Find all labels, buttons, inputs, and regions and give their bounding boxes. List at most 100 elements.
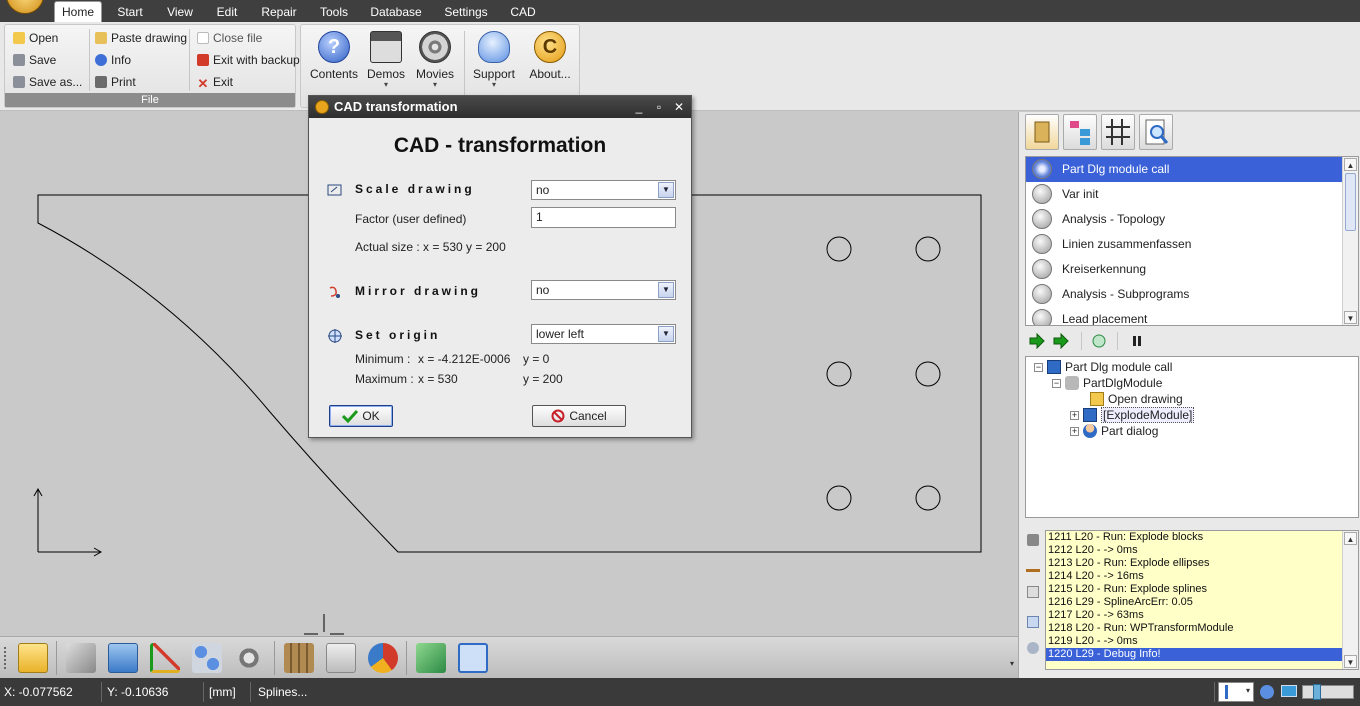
folder-icon bbox=[1090, 392, 1104, 406]
panel-tab-hierarchy[interactable] bbox=[1063, 114, 1097, 150]
list-icon[interactable] bbox=[1027, 586, 1039, 598]
document-settings-icon[interactable] bbox=[326, 643, 356, 673]
collapse-icon[interactable]: − bbox=[1034, 363, 1043, 372]
movies-button[interactable]: Movies ▾ bbox=[406, 29, 464, 99]
run-arrow-icon[interactable] bbox=[1029, 333, 1045, 349]
scroll-up-icon[interactable]: ▲ bbox=[1344, 532, 1357, 545]
open-button[interactable]: Open bbox=[13, 29, 58, 47]
step-item-part-dlg-module-call[interactable]: Part Dlg module call bbox=[1026, 157, 1342, 182]
tree-node-part-dialog[interactable]: + Part dialog bbox=[1070, 423, 1158, 439]
tab-cad[interactable]: CAD bbox=[506, 2, 540, 22]
save-as-button[interactable]: Save as... bbox=[13, 73, 82, 91]
tab-view[interactable]: View bbox=[162, 2, 198, 22]
log-list[interactable]: 1211 L20 - Run: Explode blocks 1212 L20 … bbox=[1045, 530, 1359, 670]
tab-start[interactable]: Start bbox=[110, 2, 150, 22]
panel-tab-grid[interactable] bbox=[1101, 114, 1135, 150]
step-list-scrollbar[interactable]: ▲ ▼ bbox=[1342, 157, 1358, 325]
tab-edit[interactable]: Edit bbox=[210, 2, 244, 22]
gear-icon[interactable] bbox=[234, 643, 264, 673]
log-line: 1215 L20 - Run: Explode splines bbox=[1048, 583, 1207, 595]
tab-home[interactable]: Home bbox=[54, 1, 102, 23]
ruler-icon[interactable] bbox=[1026, 558, 1040, 572]
contents-button[interactable]: ? Contents bbox=[305, 29, 363, 99]
log-line: 1217 L20 - -> 63ms bbox=[1048, 609, 1144, 621]
close-icon[interactable]: ✕ bbox=[671, 99, 687, 115]
tree-node-open-drawing[interactable]: Open drawing bbox=[1090, 391, 1183, 407]
log-scrollbar[interactable]: ▲ ▼ bbox=[1342, 531, 1358, 669]
layout-icon[interactable] bbox=[458, 643, 488, 673]
step-item-var-init[interactable]: Var init bbox=[1026, 182, 1358, 207]
save-button[interactable]: Save bbox=[13, 51, 56, 69]
mirror-drawing-select[interactable]: no ▼ bbox=[531, 280, 676, 300]
chevron-down-icon[interactable]: ▼ bbox=[658, 282, 674, 298]
print-button[interactable]: Print bbox=[95, 73, 136, 91]
step-arrow-icon[interactable] bbox=[1053, 333, 1069, 349]
minimize-icon[interactable]: _ bbox=[631, 99, 647, 115]
paste-drawing-button[interactable]: Paste drawing bbox=[95, 29, 187, 47]
exit-with-backup-button[interactable]: Exit with backup bbox=[197, 51, 300, 69]
cube-icon[interactable] bbox=[108, 643, 138, 673]
dialog-titlebar[interactable]: CAD transformation _ ▫ ✕ bbox=[309, 96, 691, 118]
hole bbox=[915, 236, 941, 262]
scale-drawing-select[interactable]: no ▼ bbox=[531, 180, 676, 200]
collapse-icon[interactable]: − bbox=[1052, 379, 1061, 388]
chain-icon[interactable] bbox=[66, 643, 96, 673]
maximize-icon[interactable]: ▫ bbox=[651, 99, 667, 115]
zoom-slider-thumb[interactable] bbox=[1313, 684, 1321, 700]
chevron-down-icon[interactable]: ▼ bbox=[658, 326, 674, 342]
tree-node-module[interactable]: − PartDlgModule bbox=[1052, 375, 1162, 391]
module-tree[interactable]: − Part Dlg module call − PartDlgModule Ope… bbox=[1025, 356, 1359, 518]
tab-repair[interactable]: Repair bbox=[256, 2, 302, 22]
tab-database[interactable]: Database bbox=[366, 2, 426, 22]
panel-tab-search[interactable] bbox=[1139, 114, 1173, 150]
tree-node-root[interactable]: − Part Dlg module call bbox=[1034, 359, 1172, 375]
globe-icon[interactable] bbox=[1260, 685, 1274, 699]
table-icon[interactable] bbox=[1027, 616, 1039, 628]
step-item-kreiserkennung[interactable]: Kreiserkennung bbox=[1026, 257, 1358, 282]
film-strip-icon[interactable] bbox=[284, 643, 314, 673]
set-origin-select[interactable]: lower left ▼ bbox=[531, 324, 676, 344]
close-file-button[interactable]: Close file bbox=[197, 29, 262, 47]
scroll-down-icon[interactable]: ▼ bbox=[1344, 311, 1357, 324]
panel-tab-scroll[interactable] bbox=[1025, 114, 1059, 150]
step-list[interactable]: Part Dlg module call Var init Analysis -… bbox=[1025, 156, 1359, 326]
info-button[interactable]: Info bbox=[95, 51, 131, 69]
axes-icon[interactable] bbox=[150, 643, 180, 673]
expand-icon[interactable]: + bbox=[1070, 411, 1079, 420]
about-button[interactable]: C About... bbox=[521, 29, 579, 99]
tab-tools[interactable]: Tools bbox=[314, 2, 354, 22]
chat-icon[interactable] bbox=[1027, 642, 1039, 654]
step-item-analysis-subprograms[interactable]: Analysis - Subprograms bbox=[1026, 282, 1358, 307]
hole bbox=[826, 236, 852, 262]
expand-icon[interactable]: + bbox=[1070, 427, 1079, 436]
zoom-slider[interactable] bbox=[1302, 684, 1354, 700]
eraser-icon[interactable] bbox=[1027, 534, 1039, 546]
toolbar-grip[interactable] bbox=[4, 647, 7, 669]
machine-icon[interactable] bbox=[416, 643, 446, 673]
pause-icon[interactable] bbox=[1129, 333, 1145, 349]
pen-selector[interactable]: ▾ bbox=[1218, 682, 1254, 702]
chevron-down-icon[interactable]: ▼ bbox=[658, 182, 674, 198]
scroll-up-icon[interactable]: ▲ bbox=[1344, 158, 1357, 171]
factor-input[interactable]: 1 bbox=[531, 207, 676, 228]
step-item-linien-zusammenfassen[interactable]: Linien zusammenfassen bbox=[1026, 232, 1358, 257]
recycle-icon[interactable] bbox=[1091, 333, 1107, 349]
scroll-thumb[interactable] bbox=[1345, 173, 1356, 231]
toolbar-overflow-icon[interactable]: ▾ bbox=[1010, 659, 1014, 668]
cancel-button[interactable]: Cancel bbox=[532, 405, 626, 427]
step-item-lead-placement[interactable]: Lead placement bbox=[1026, 307, 1358, 325]
checkmark-icon bbox=[342, 409, 359, 423]
support-button[interactable]: Support ▾ bbox=[465, 29, 523, 99]
pie-chart-icon[interactable] bbox=[368, 643, 398, 673]
app-menu-button[interactable] bbox=[6, 0, 44, 14]
step-item-analysis-topology[interactable]: Analysis - Topology bbox=[1026, 207, 1358, 232]
tree-node-explode[interactable]: + [ExplodeModule] bbox=[1070, 407, 1195, 423]
ok-button[interactable]: OK bbox=[329, 405, 393, 427]
open-folder-icon[interactable] bbox=[18, 643, 48, 673]
tab-settings[interactable]: Settings bbox=[438, 2, 494, 22]
exit-button[interactable]: ✕ Exit bbox=[197, 73, 233, 91]
monitor-icon[interactable] bbox=[1281, 685, 1297, 697]
log-line-selected[interactable]: 1220 L29 - Debug Info! bbox=[1046, 648, 1342, 661]
nodes-icon[interactable] bbox=[192, 643, 222, 673]
scroll-down-icon[interactable]: ▼ bbox=[1344, 655, 1357, 668]
